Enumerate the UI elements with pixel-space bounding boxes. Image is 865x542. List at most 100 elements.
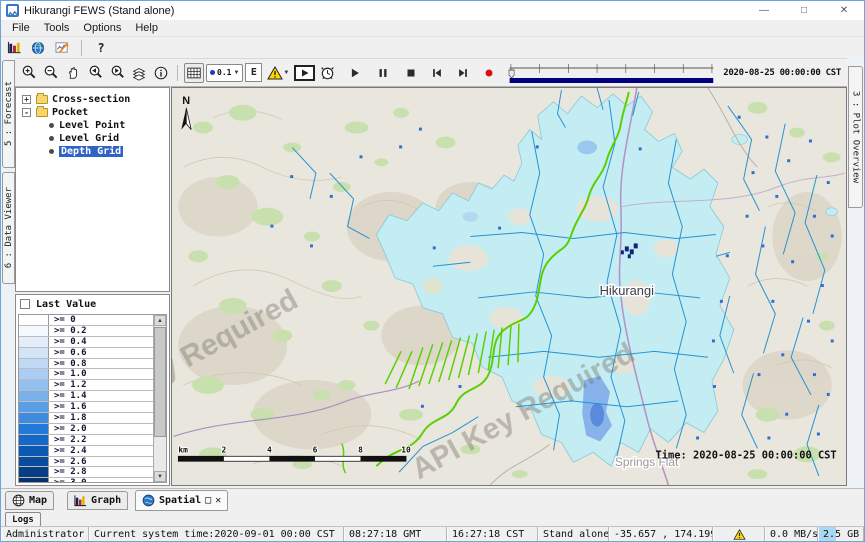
- timeseries-display-icon[interactable]: [53, 39, 71, 56]
- pan-hand-icon[interactable]: [63, 63, 83, 83]
- help-button[interactable]: ?: [92, 39, 110, 56]
- step-forward-icon[interactable]: [453, 63, 473, 83]
- legend-row[interactable]: >= 1.4: [19, 391, 153, 402]
- legend-value-label: >= 1.4: [49, 391, 87, 401]
- contour-value: 0.1: [217, 68, 231, 77]
- tab-close-icon[interactable]: ✕: [215, 495, 221, 506]
- info-icon[interactable]: [151, 63, 171, 83]
- tab-map[interactable]: Map: [5, 491, 54, 510]
- status-system-time: Current system time:2020-09-01 00:00 CST: [89, 527, 344, 541]
- legend-row[interactable]: >= 0.8: [19, 359, 153, 370]
- scroll-up-icon[interactable]: ▲: [154, 315, 166, 326]
- legend-row[interactable]: >= 1.0: [19, 369, 153, 380]
- legend-swatch: [19, 315, 49, 325]
- scroll-down-icon[interactable]: ▼: [154, 471, 166, 482]
- animation-clock-icon[interactable]: [317, 63, 337, 83]
- time-slider[interactable]: [507, 62, 716, 84]
- legend-swatch: [19, 457, 49, 467]
- tree-node-label[interactable]: Cross-section: [52, 94, 130, 105]
- close-button[interactable]: ✕: [824, 1, 864, 20]
- map-canvas[interactable]: API Key Required API Key Required Hikura…: [171, 87, 847, 486]
- legend-row[interactable]: >= 1.8: [19, 413, 153, 424]
- legend-row[interactable]: >= 2.4: [19, 446, 153, 457]
- contour-value-dropdown[interactable]: 0.1 ▼: [206, 64, 243, 82]
- movie-play-button[interactable]: [294, 65, 315, 81]
- tab-data-viewer[interactable]: 6 : Data Viewer: [2, 172, 15, 284]
- expand-icon[interactable]: +: [22, 95, 31, 104]
- tree-leaf-label[interactable]: Level Grid: [59, 133, 119, 144]
- zoom-previous-icon[interactable]: [85, 63, 105, 83]
- status-throughput: 0.0 MB/s: [765, 527, 818, 541]
- legend-value-label: >= 3.0: [49, 478, 87, 482]
- minimize-button[interactable]: —: [744, 1, 784, 20]
- status-gmt-time: 08:27:18 GMT: [344, 527, 447, 541]
- legend-row[interactable]: >= 0: [19, 315, 153, 326]
- left-tab-strip: 5 : Forecast 6 : Data Viewer: [1, 58, 15, 486]
- help-icon: ?: [97, 41, 104, 55]
- stop-icon[interactable]: [401, 63, 421, 83]
- zoom-in-icon[interactable]: [19, 63, 39, 83]
- tab-plot-overview[interactable]: 3 : Plot Overview: [848, 66, 863, 208]
- scrollbar-thumb[interactable]: [154, 327, 166, 437]
- legend-scrollbar[interactable]: ▲ ▼: [153, 315, 166, 482]
- legend-row[interactable]: >= 1.2: [19, 380, 153, 391]
- legend-row[interactable]: >= 2.2: [19, 435, 153, 446]
- tree-node-cross-section[interactable]: + Cross-section: [16, 93, 169, 106]
- legend-row[interactable]: >= 2.0: [19, 424, 153, 435]
- maximize-button[interactable]: □: [784, 1, 824, 20]
- tab-maximize-icon[interactable]: □: [205, 495, 211, 506]
- map-toolbar: 0.1 ▼ E ▼: [15, 58, 847, 87]
- menu-file[interactable]: File: [5, 22, 37, 34]
- chevron-down-icon: ▼: [233, 70, 239, 76]
- title-bar: Hikurangi FEWS (Stand alone) — □ ✕: [1, 1, 864, 20]
- legend-swatch: [19, 478, 49, 482]
- legend-swatch: [19, 380, 49, 390]
- collapse-icon[interactable]: -: [22, 108, 31, 117]
- spatial-display-globe-icon[interactable]: [29, 39, 47, 56]
- legend-swatch: [19, 391, 49, 401]
- tree-leaf-label[interactable]: Level Point: [59, 120, 125, 131]
- chevron-down-icon: ▼: [283, 70, 289, 76]
- legend-row[interactable]: >= 2.8: [19, 467, 153, 478]
- legend-row[interactable]: >= 0.2: [19, 326, 153, 337]
- zoom-next-icon[interactable]: [107, 63, 127, 83]
- play-icon[interactable]: [345, 63, 365, 83]
- globe-icon: [142, 494, 155, 507]
- tree-node-label[interactable]: Pocket: [52, 107, 88, 118]
- logs-button[interactable]: Logs: [5, 512, 41, 527]
- tree-leaf-level-grid[interactable]: Level Grid: [16, 132, 169, 145]
- status-warning-cell[interactable]: [713, 527, 765, 541]
- layers-icon[interactable]: [129, 63, 149, 83]
- zoom-out-icon[interactable]: [41, 63, 61, 83]
- tab-spatial[interactable]: Spatial □ ✕: [135, 490, 228, 511]
- legend-row[interactable]: >= 0.4: [19, 337, 153, 348]
- legend-row[interactable]: >= 3.0: [19, 478, 153, 482]
- tab-forecast[interactable]: 5 : Forecast: [2, 60, 15, 168]
- scale-unit: km: [178, 445, 188, 454]
- bullet-icon: [49, 149, 54, 154]
- toolbar-datetime: 2020-08-25 00:00:00 CST: [718, 68, 843, 78]
- tree-leaf-label-selected[interactable]: Depth Grid: [59, 146, 123, 157]
- label-toggle-button[interactable]: E: [245, 63, 262, 82]
- menu-options[interactable]: Options: [76, 22, 128, 34]
- menu-tools[interactable]: Tools: [37, 22, 77, 34]
- legend-row[interactable]: >= 1.6: [19, 402, 153, 413]
- pause-icon[interactable]: [373, 63, 393, 83]
- legend-row[interactable]: >= 0.6: [19, 348, 153, 359]
- record-icon[interactable]: [479, 63, 499, 83]
- bar-chart-icon: [74, 494, 87, 507]
- step-back-icon[interactable]: [427, 63, 447, 83]
- tree-leaf-level-point[interactable]: Level Point: [16, 119, 169, 132]
- legend-row[interactable]: >= 2.6: [19, 457, 153, 468]
- last-value-checkbox[interactable]: [20, 299, 30, 309]
- warning-threshold-dropdown[interactable]: ▼: [264, 63, 292, 83]
- toolbar-separator: [81, 40, 82, 56]
- database-display-icon[interactable]: [5, 39, 23, 56]
- map-svg: API Key Required API Key Required Hikura…: [172, 88, 846, 485]
- grid-toggle-icon[interactable]: [184, 63, 204, 83]
- tree-leaf-depth-grid[interactable]: Depth Grid: [16, 145, 169, 158]
- tree-node-pocket[interactable]: - Pocket: [16, 106, 169, 119]
- layers-tree-panel: + Cross-section - Pocket Level Point Lev…: [15, 87, 170, 292]
- tab-graph[interactable]: Graph: [67, 491, 128, 510]
- menu-help[interactable]: Help: [128, 22, 165, 34]
